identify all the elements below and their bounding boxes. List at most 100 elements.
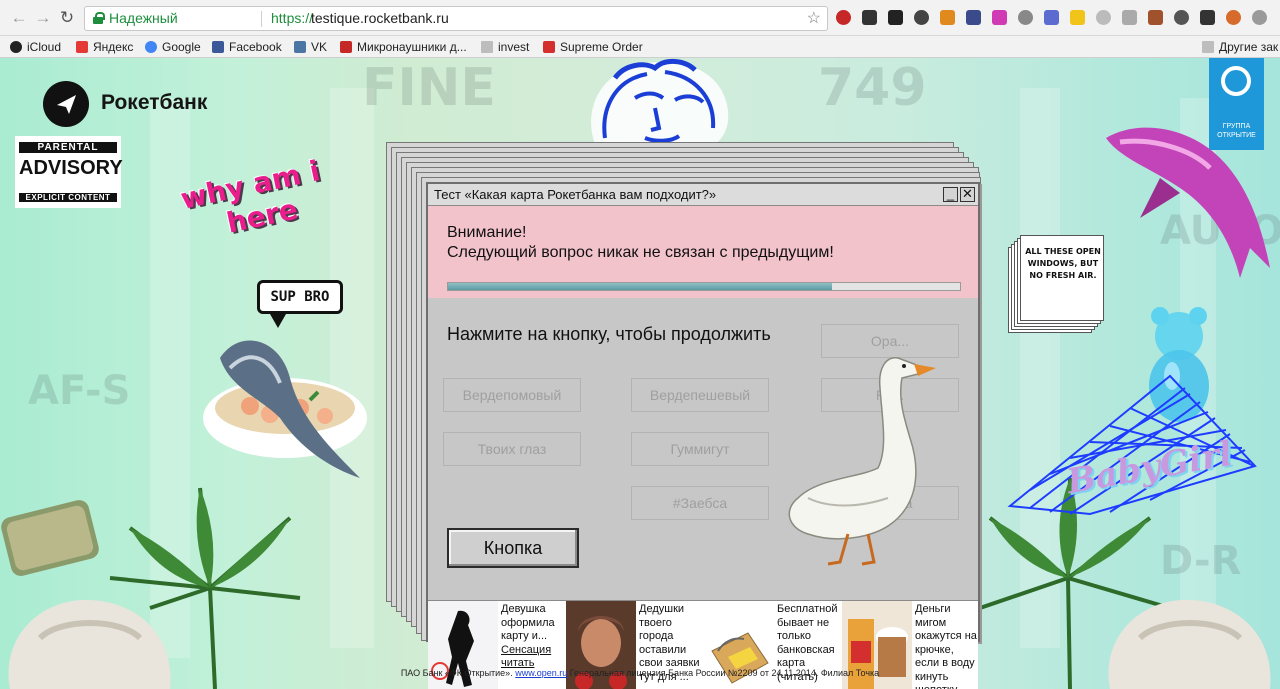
bookmark-label: Другие зак [1219, 40, 1279, 54]
footer-link[interactable]: www.open.ru [515, 668, 567, 678]
vk-icon [294, 41, 306, 53]
quiz-window-title: Тест «Какая карта Рокетбанка вам подходи… [428, 184, 978, 206]
pa-top-text: PARENTAL [19, 142, 117, 153]
address-separator [261, 11, 262, 27]
close-button[interactable]: ✕ [960, 187, 975, 202]
statue-head-image [591, 59, 729, 144]
extension-icon[interactable] [1226, 10, 1241, 25]
extension-icon[interactable] [1070, 10, 1085, 25]
bg-word: FINE [362, 58, 496, 118]
soup-dolphin-image [203, 340, 367, 478]
bookmark-label: Google [162, 40, 201, 54]
quiz-window: Тест «Какая карта Рокетбанка вам подходи… [426, 182, 980, 689]
evernote-icon[interactable] [862, 10, 877, 25]
bookmark-label: VK [311, 40, 328, 54]
page-content: FINE 749 AF-S AUTO D-R 4 Рокетбанк PAREN… [0, 58, 1280, 689]
lock-icon [93, 12, 105, 24]
cloud-icon[interactable] [1122, 10, 1137, 25]
bookmark-facebook[interactable]: Facebook [212, 39, 282, 55]
eyedropper-icon[interactable] [1044, 10, 1059, 25]
pa-mid-text: ADVISORY [19, 157, 123, 179]
extension-icon[interactable] [1096, 10, 1111, 25]
bookmark-google[interactable]: Google [145, 39, 201, 55]
bookmark-vk[interactable]: VK [294, 39, 327, 55]
quiz-progress-bar [447, 282, 961, 291]
goose-image [788, 357, 936, 566]
extension-icon[interactable] [888, 10, 903, 25]
alert-panel: Внимание! Следующий вопрос никак не связ… [428, 206, 978, 298]
folder-icon [1202, 41, 1214, 53]
note-card-stack: ALL THESE OPEN WINDOWS, BUT NO FRESH AIR… [1008, 235, 1104, 335]
extension-icon[interactable] [1252, 10, 1267, 25]
bookmark-other[interactable]: Другие зак [1202, 39, 1278, 55]
bookmark-label: iCloud [27, 40, 62, 54]
note-card: ALL THESE OPEN WINDOWS, BUT NO FRESH AIR… [1020, 235, 1104, 321]
question-panel: Ора... Вердепомовый Вердепешевый Ра... Т… [428, 298, 978, 600]
info-icon[interactable] [1200, 10, 1215, 25]
bookmark-star-icon[interactable]: ☆ [807, 7, 821, 30]
bookmark-icloud[interactable]: iCloud [10, 39, 61, 55]
footer-suffix: Генеральная лицензия Банка России №2209 … [569, 668, 880, 678]
adblock-icon[interactable] [836, 10, 851, 25]
back-icon[interactable]: ← [10, 9, 28, 27]
bookmark-yandex[interactable]: Яндекс [76, 39, 133, 55]
note-text: ALL THESE OPEN WINDOWS, BUT NO FRESH AIR… [1025, 247, 1101, 280]
browser-toolbar: ← → ↻ Надежный https:// testique.rocketb… [0, 0, 1280, 36]
google-icon [145, 41, 157, 53]
bg-word: 749 [818, 58, 927, 118]
bookmark-label: Supreme Order [560, 40, 643, 54]
gear-icon[interactable] [914, 10, 929, 25]
alert-message: Следующий вопрос никак не связан с преды… [447, 244, 834, 261]
minimize-button[interactable]: _ [943, 187, 958, 202]
bookmark-label: invest [498, 40, 530, 54]
money-stack-image [1, 500, 99, 576]
facebook-icon [212, 41, 224, 53]
pa-bottom-text: EXPLICIT CONTENT [19, 193, 117, 202]
why-am-i-here-sticker: why am i here [178, 154, 330, 248]
extension-icon[interactable] [940, 10, 955, 25]
footer-prefix: ПАО Банк «ФК Открытие». [400, 668, 513, 678]
bookmark-invest[interactable]: invest [481, 39, 529, 55]
ghost-option: Вердепомовый [443, 378, 581, 412]
bookmark-label: Микронаушники д... [357, 40, 467, 54]
alert-heading: Внимание! [447, 224, 527, 241]
instruction-text: Нажмите на кнопку, чтобы продолжить [447, 324, 771, 344]
extension-icon[interactable] [966, 10, 981, 25]
parental-advisory-sticker: PARENTAL ADVISORY EXPLICIT CONTENT [15, 136, 123, 208]
address-bar[interactable]: Надежный https:// testique.rocketbank.ru… [84, 6, 828, 31]
bookmark-label: Яндекс [93, 40, 134, 54]
yandex-icon [76, 41, 88, 53]
folder-icon [481, 41, 493, 53]
apple-icon [10, 41, 22, 53]
checkmark-icon [340, 41, 352, 53]
quiz-progress-fill [448, 283, 832, 290]
extension-icon[interactable] [1148, 10, 1163, 25]
ghost-option: Твоих глаз [443, 432, 581, 466]
extension-icon[interactable] [992, 10, 1007, 25]
reload-icon[interactable]: ↻ [58, 9, 76, 27]
speech-tail [270, 314, 286, 328]
ghost-option: #Заебса [631, 486, 769, 520]
bookmark-label: Facebook [229, 40, 282, 54]
url-host: testique.rocketbank.ru [311, 10, 449, 26]
secure-label: Надежный [109, 10, 178, 26]
recycle-icon[interactable] [1018, 10, 1033, 25]
sup-bro-bubble: SUP BRO [257, 280, 343, 314]
rocket-icon [43, 81, 89, 127]
continue-button[interactable]: Кнопка [447, 528, 579, 568]
brand-name: Рокетбанк [101, 91, 208, 114]
ghost-option: Вердепешевый [631, 378, 769, 412]
bookmark-micro[interactable]: Микронаушники д... [340, 39, 467, 55]
pink-dolphin-image [1106, 127, 1270, 278]
forward-icon[interactable]: → [34, 9, 52, 27]
url-scheme: https:// [271, 10, 314, 26]
legal-footer: ПАО Банк «ФК Открытие». www.open.ru Гене… [0, 668, 1280, 678]
bg-word: AF-S [28, 368, 131, 414]
extension-icon[interactable] [1174, 10, 1189, 25]
bookmark-supreme[interactable]: Supreme Order [543, 39, 643, 55]
otkritie-logo-icon [1221, 66, 1251, 96]
ghost-option: Гуммигут [631, 432, 769, 466]
supreme-icon [543, 41, 555, 53]
ad-link[interactable]: Сенсация читать [501, 644, 565, 671]
ad-headline: Девушка оформила карту и... [501, 603, 555, 642]
